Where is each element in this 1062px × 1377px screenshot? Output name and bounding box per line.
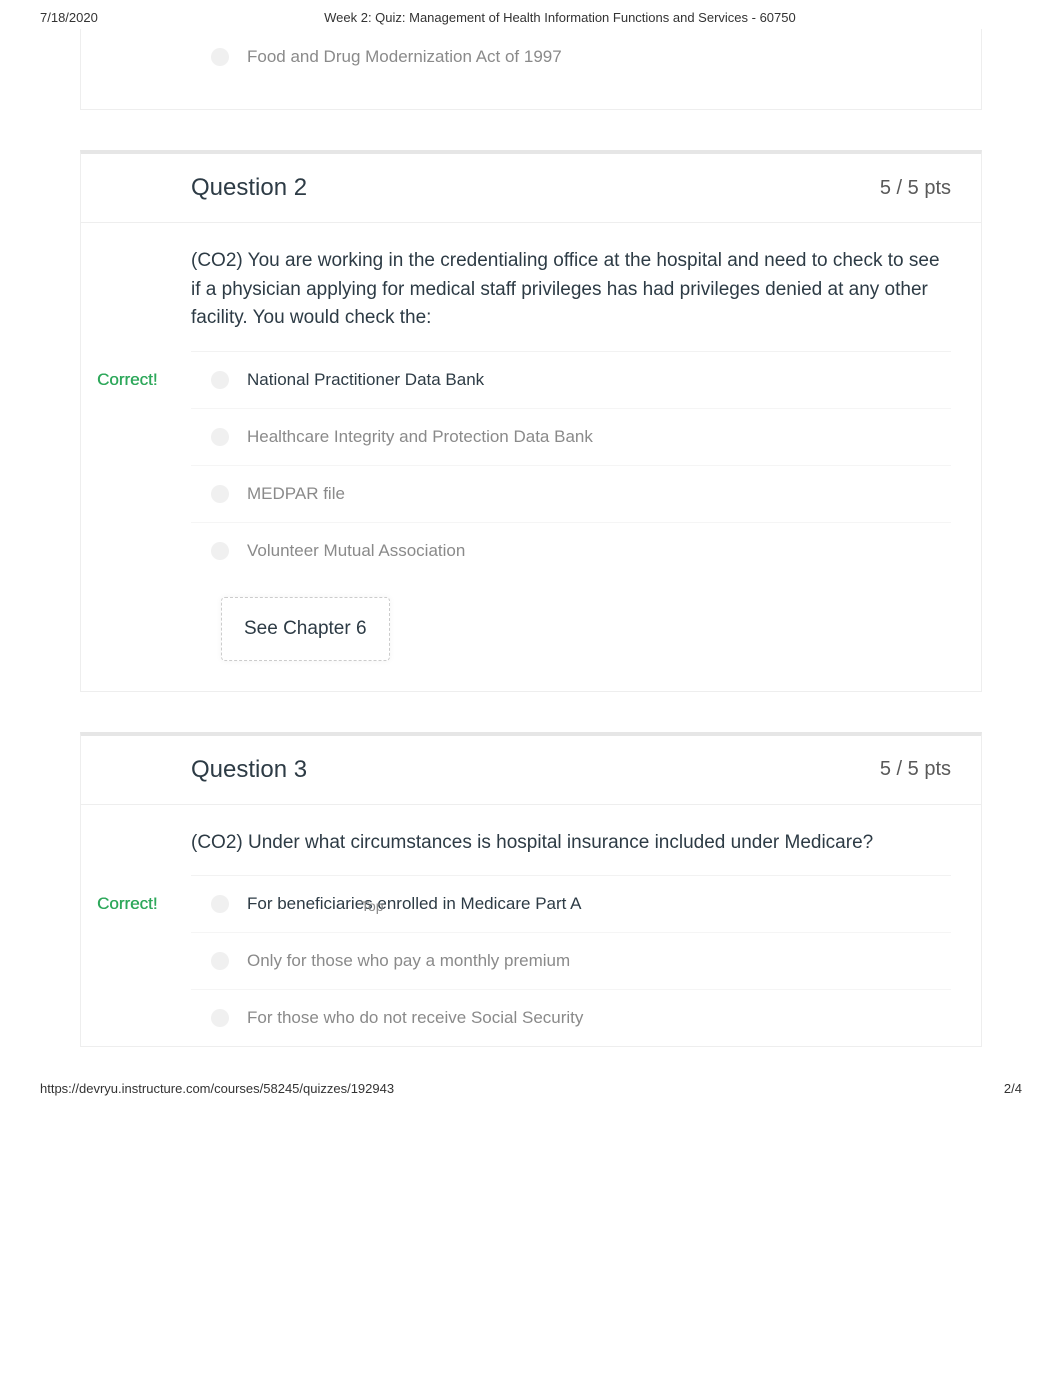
page-header: 7/18/2020 Week 2: Quiz: Management of He… <box>0 0 1062 29</box>
correct-indicator: Correct! <box>97 370 157 390</box>
page-footer: https://devryu.instructure.com/courses/5… <box>0 1057 1062 1106</box>
q2-answer-3[interactable]: Volunteer Mutual Association <box>191 523 951 579</box>
header-date: 7/18/2020 <box>40 10 98 25</box>
q3-answer-2[interactable]: For those who do not receive Social Secu… <box>191 990 951 1046</box>
radio-icon <box>211 371 229 389</box>
q3-answer-0[interactable]: Correct! For beneficiaries enrolled in M… <box>191 876 951 933</box>
footer-page: 2/4 <box>1004 1081 1022 1096</box>
question-3: Question 3 5 / 5 pts (CO2) Under what ci… <box>80 732 982 1048</box>
correct-indicator: Correct! <box>97 894 157 914</box>
q2-answer-0[interactable]: Correct! National Practitioner Data Bank <box>191 352 951 409</box>
q3-title: Question 3 <box>191 756 307 784</box>
answer-label: Only for those who pay a monthly premium <box>247 951 570 970</box>
answer-label: National Practitioner Data Bank <box>247 370 484 389</box>
answer-label: MEDPAR file <box>247 484 345 503</box>
q2-answer-2[interactable]: MEDPAR file <box>191 466 951 523</box>
answer-label: Healthcare Integrity and Protection Data… <box>247 427 593 446</box>
radio-icon <box>211 952 229 970</box>
q3-header: Question 3 5 / 5 pts <box>81 736 981 805</box>
q2-body: (CO2) You are working in the credentiali… <box>81 223 981 691</box>
q1-answers: Food and Drug Modernization Act of 1997 <box>191 29 951 85</box>
answer-label: Volunteer Mutual Association <box>247 541 465 560</box>
content-area: Food and Drug Modernization Act of 1997 … <box>0 29 1062 1057</box>
q3-body: (CO2) Under what circumstances is hospit… <box>81 805 981 1047</box>
q2-answers: Correct! National Practitioner Data Bank… <box>191 351 951 579</box>
header-title: Week 2: Quiz: Management of Health Infor… <box>98 10 1022 25</box>
q1-answer-0[interactable]: Food and Drug Modernization Act of 1997 <box>191 29 951 85</box>
q3-points: 5 / 5 pts <box>880 758 951 781</box>
radio-icon <box>211 485 229 503</box>
q3-answer-1[interactable]: Only for those who pay a monthly premium <box>191 933 951 990</box>
q3-answers: Correct! For beneficiaries enrolled in M… <box>191 875 951 1046</box>
answer-label: Food and Drug Modernization Act of 1997 <box>247 47 562 66</box>
answer-label: For those who do not receive Social Secu… <box>247 1008 583 1027</box>
radio-icon <box>211 428 229 446</box>
answer-label: For beneficiaries enrolled in Medicare P… <box>247 894 582 913</box>
q2-points: 5 / 5 pts <box>880 177 951 200</box>
radio-icon <box>211 895 229 913</box>
q2-header: Question 2 5 / 5 pts <box>81 154 981 223</box>
radio-icon <box>211 48 229 66</box>
q3-text: (CO2) Under what circumstances is hospit… <box>191 829 951 858</box>
q2-title: Question 2 <box>191 174 307 202</box>
question-1-partial: Food and Drug Modernization Act of 1997 <box>80 29 982 110</box>
q2-feedback: See Chapter 6 <box>221 597 390 661</box>
footer-url: https://devryu.instructure.com/courses/5… <box>40 1081 394 1096</box>
q2-text: (CO2) You are working in the credentiali… <box>191 247 951 333</box>
q2-answer-1[interactable]: Healthcare Integrity and Protection Data… <box>191 409 951 466</box>
radio-icon <box>211 542 229 560</box>
radio-icon <box>211 1009 229 1027</box>
question-2: Question 2 5 / 5 pts (CO2) You are worki… <box>80 150 982 692</box>
